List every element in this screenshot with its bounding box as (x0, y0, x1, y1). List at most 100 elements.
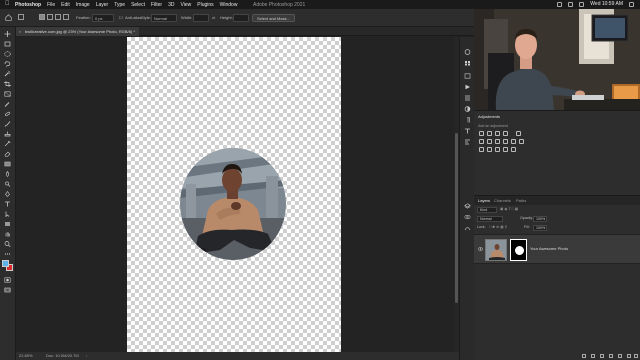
layer-row[interactable]: Your Awesome Photo (474, 234, 640, 264)
threshold-icon[interactable] (495, 147, 500, 152)
swatches-panel-icon[interactable] (464, 60, 471, 66)
layers-panel-icon[interactable] (464, 203, 471, 209)
zoom-tool-icon[interactable] (4, 241, 11, 247)
rectangle-tool-icon[interactable] (4, 221, 11, 227)
menu-plugins[interactable]: Plugins (197, 2, 213, 8)
new-adjustment-icon[interactable] (609, 354, 613, 358)
menu-view[interactable]: View (181, 2, 192, 8)
tab-layers[interactable]: Layers (478, 198, 490, 203)
document-info[interactable]: Doc: 10.0M/20.7M (46, 353, 79, 358)
dodge-tool-icon[interactable] (4, 181, 11, 187)
new-group-icon[interactable] (618, 354, 622, 358)
control-center-icon[interactable] (629, 1, 634, 7)
style-select[interactable]: Normal (151, 14, 177, 22)
swap-icon[interactable]: ⇄ (212, 14, 215, 22)
menu-layer[interactable]: Layer (96, 2, 109, 8)
crop-tool-icon[interactable] (4, 81, 11, 87)
layer-filter-icons[interactable]: ▣ ◉ T □ ▩ (500, 206, 518, 213)
menu-filter[interactable]: Filter (151, 2, 162, 8)
visibility-eye-icon[interactable] (478, 247, 483, 251)
gradient-tool-icon[interactable] (4, 161, 11, 167)
move-tool-icon[interactable] (4, 31, 11, 37)
delete-layer-icon[interactable] (634, 354, 638, 358)
document-canvas[interactable] (127, 37, 341, 352)
layer-name[interactable]: Your Awesome Photo (530, 246, 568, 251)
channel-mixer-icon[interactable] (511, 139, 516, 144)
history-brush-tool-icon[interactable] (4, 141, 11, 147)
new-selection-icon[interactable] (39, 14, 45, 22)
posterize-icon[interactable] (487, 147, 492, 152)
more-tools-icon[interactable] (4, 251, 11, 257)
antialias-checkbox[interactable]: ☐ (119, 14, 123, 22)
opacity-input[interactable]: 100% (533, 216, 547, 222)
type-tool-icon[interactable] (4, 201, 11, 207)
layer-mask-thumbnail[interactable] (510, 239, 527, 261)
black-white-icon[interactable] (495, 139, 500, 144)
quick-selection-tool-icon[interactable] (4, 71, 11, 77)
eraser-tool-icon[interactable] (4, 151, 11, 157)
color-lookup-icon[interactable] (519, 139, 524, 144)
document-tab[interactable]: × bwillcreative.com.jpg @ 23% (Your Awes… (16, 27, 139, 36)
circular-photo-layer[interactable] (180, 148, 286, 260)
healing-brush-tool-icon[interactable] (4, 111, 11, 117)
screen-mode-icon[interactable] (4, 287, 11, 293)
elliptical-marquee-tool-icon[interactable] (4, 51, 11, 57)
menu-app-name[interactable]: Photoshop (15, 2, 41, 8)
status-chevron-icon[interactable]: › (86, 353, 87, 358)
brush-tool-icon[interactable] (4, 121, 11, 127)
photo-filter-icon[interactable] (503, 139, 508, 144)
hand-tool-icon[interactable] (4, 231, 11, 237)
search-icon[interactable] (579, 1, 585, 7)
eyedropper-tool-icon[interactable] (4, 101, 11, 107)
menu-file[interactable]: File (47, 2, 55, 8)
height-input[interactable] (233, 14, 249, 22)
color-panel-icon[interactable] (464, 49, 471, 55)
select-and-mask-button[interactable]: Select and Mask... (252, 14, 295, 22)
menu-window[interactable]: Window (220, 2, 238, 8)
layer-style-icon[interactable] (591, 354, 595, 358)
width-input[interactable] (193, 14, 209, 22)
properties-panel-icon[interactable] (464, 139, 471, 145)
blur-tool-icon[interactable] (4, 171, 11, 177)
add-selection-icon[interactable] (47, 14, 53, 22)
filter-kind-select[interactable]: Kind (477, 207, 497, 213)
vertical-scroll-thumb[interactable] (455, 133, 458, 303)
adjustments-panel-icon[interactable] (464, 106, 471, 112)
lock-icons[interactable]: □ ✱ ⊕ ▩ ⚲ (489, 224, 507, 231)
tab-channels[interactable]: Channels (494, 198, 511, 203)
menu-edit[interactable]: Edit (61, 2, 70, 8)
brightness-contrast-icon[interactable] (479, 131, 484, 136)
link-layers-icon[interactable] (582, 354, 586, 358)
actions-panel-icon[interactable] (464, 84, 471, 90)
hue-saturation-icon[interactable] (479, 139, 484, 144)
clone-stamp-tool-icon[interactable] (4, 131, 11, 137)
gradient-map-icon[interactable] (503, 147, 508, 152)
blend-mode-select[interactable]: Normal (477, 216, 503, 222)
tab-paths[interactable]: Paths (516, 198, 526, 203)
adjustments-title[interactable]: Adjustments (478, 114, 500, 119)
menu-type[interactable]: Type (114, 2, 125, 8)
libraries-panel-icon[interactable] (464, 73, 471, 79)
canvas-workspace[interactable] (16, 37, 454, 352)
add-mask-icon[interactable] (600, 354, 604, 358)
home-icon[interactable] (5, 14, 12, 22)
battery-icon[interactable] (568, 1, 574, 7)
zoom-level[interactable]: 22.89% (19, 353, 33, 358)
paths-panel-icon[interactable] (464, 225, 471, 231)
wifi-icon[interactable] (557, 1, 563, 7)
exposure-icon[interactable] (503, 131, 508, 136)
history-panel-icon[interactable] (464, 95, 471, 101)
marquee-tool-preset-icon[interactable] (18, 14, 24, 22)
menu-select[interactable]: Select (131, 2, 145, 8)
subtract-selection-icon[interactable] (55, 14, 61, 22)
curves-icon[interactable] (495, 131, 500, 136)
paragraph-panel-icon[interactable] (464, 117, 471, 123)
character-panel-icon[interactable] (464, 128, 471, 134)
new-layer-icon[interactable] (627, 354, 631, 358)
apple-icon[interactable]:  (5, 0, 10, 9)
layer-thumbnail[interactable] (485, 239, 507, 261)
clock[interactable]: Wed 10:59 AM (590, 1, 623, 7)
path-selection-tool-icon[interactable] (4, 211, 11, 217)
foreground-color-swatch[interactable] (2, 260, 9, 267)
invert-icon[interactable] (479, 147, 484, 152)
